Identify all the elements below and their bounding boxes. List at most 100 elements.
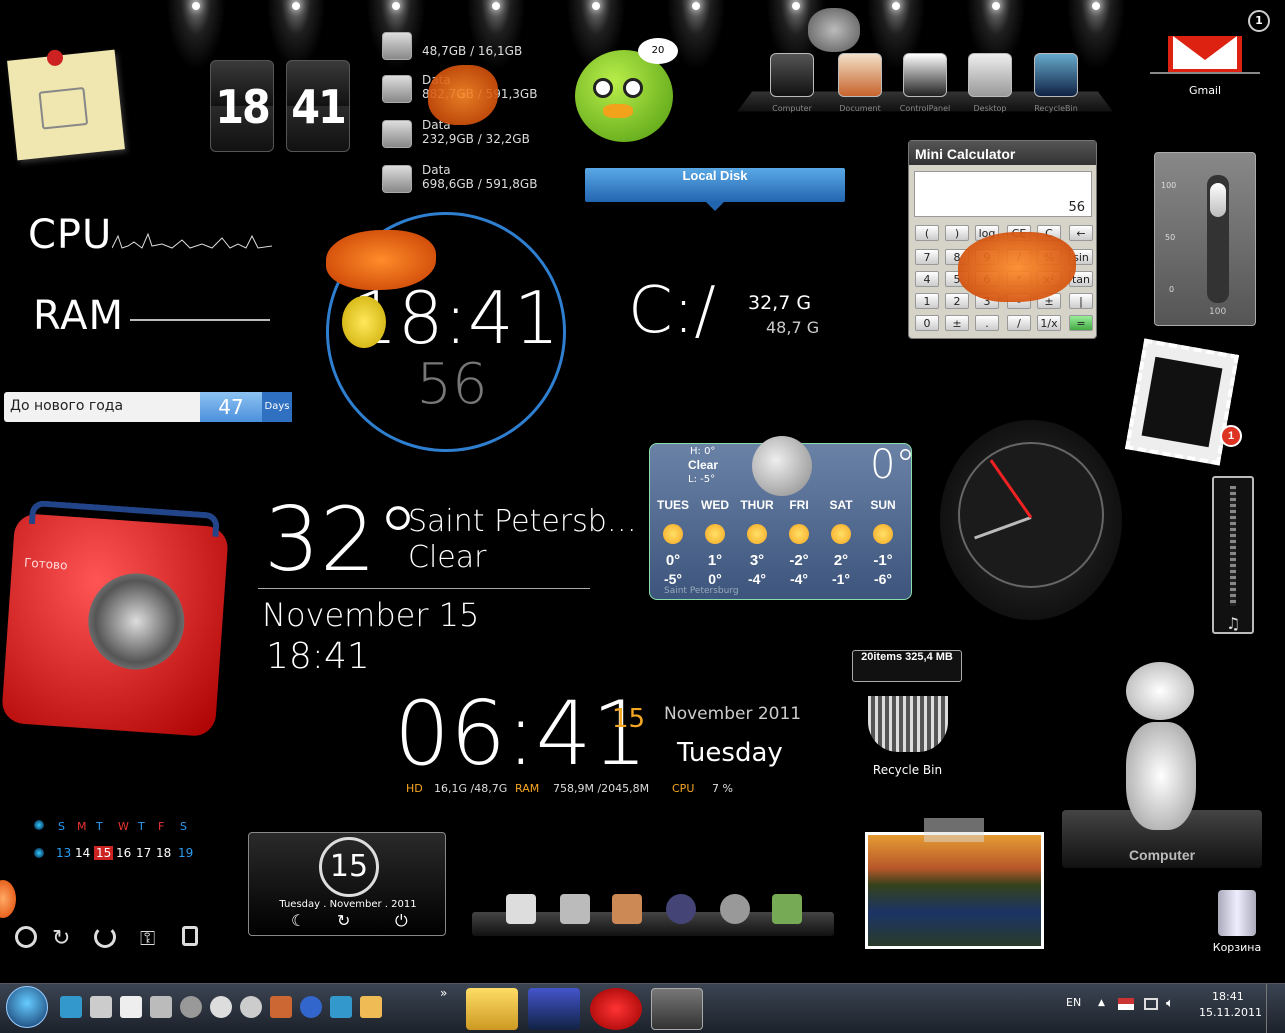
calendar-date[interactable]: 17: [136, 846, 151, 860]
photo-frame[interactable]: [865, 832, 1044, 949]
calc-key[interactable]: .: [975, 315, 999, 331]
clock-time[interactable]: 18:41: [1212, 990, 1244, 1003]
robot-head-icon[interactable]: [1126, 662, 1194, 720]
calc-key[interactable]: ←: [1069, 225, 1093, 241]
clock-date[interactable]: 15.11.2011: [1199, 1006, 1262, 1019]
zipper-widget[interactable]: ♫: [1212, 476, 1254, 634]
more-chevron[interactable]: »: [440, 986, 447, 1000]
calendar-nav-icon[interactable]: [34, 848, 44, 858]
calc-key[interactable]: 1: [915, 293, 939, 309]
save-taskbar-button[interactable]: [528, 988, 580, 1030]
volume-tray-icon[interactable]: 🔈︎: [1166, 996, 1174, 1011]
calendar-day-header: S: [58, 820, 65, 833]
key-icon[interactable]: ⚿: [140, 926, 155, 950]
drive-c-free: 32,7 G: [748, 292, 812, 314]
radio-player[interactable]: Готово: [0, 499, 230, 738]
calendar-date[interactable]: 14: [75, 846, 90, 860]
language-indicator[interactable]: EN: [1066, 996, 1081, 1009]
calc-key[interactable]: 7: [915, 249, 939, 265]
cpu-label-small: CPU: [672, 782, 695, 795]
trash-icon[interactable]: [1218, 890, 1256, 936]
disk-item[interactable]: Data 698,6GB / 591,8GB: [380, 163, 560, 199]
volume-slider[interactable]: [1210, 183, 1226, 217]
notepad-quick-icon[interactable]: [120, 996, 142, 1018]
document-note-icon[interactable]: [7, 49, 125, 161]
calendar-date[interactable]: 13: [56, 846, 71, 860]
restart-icon[interactable]: ↻: [52, 926, 70, 951]
calc-key[interactable]: ±: [945, 315, 969, 331]
computer-quick-icon[interactable]: [90, 996, 112, 1018]
wheel-icon[interactable]: [720, 894, 750, 924]
disk-item[interactable]: 48,7GB / 16,1GB: [380, 30, 560, 66]
dog-icon[interactable]: [506, 894, 536, 924]
calc-key[interactable]: |: [1069, 293, 1093, 309]
local-disk-label[interactable]: Local Disk: [585, 168, 845, 202]
weather-city: Saint Petersb…: [408, 504, 637, 539]
desktop-quick-icon[interactable]: [60, 996, 82, 1018]
alarm-clock: [940, 420, 1122, 620]
globe-icon[interactable]: [300, 996, 322, 1018]
paint-icon[interactable]: [270, 996, 292, 1018]
gmail-icon[interactable]: [1168, 36, 1242, 74]
weather-day-icon: [663, 524, 683, 544]
weather-day-d: TUES: [656, 498, 689, 512]
calc-key[interactable]: 1/x: [1037, 315, 1061, 331]
calc-key[interactable]: 4: [915, 271, 939, 287]
network-icon[interactable]: [330, 996, 352, 1018]
power-icon[interactable]: ⏻: [395, 911, 408, 931]
controlpanel-dock-icon[interactable]: [903, 53, 947, 97]
calc-key[interactable]: =: [1069, 315, 1093, 331]
clipboard-icon[interactable]: [360, 996, 382, 1018]
flag-icon[interactable]: [1118, 998, 1134, 1010]
calendar-date[interactable]: 18: [156, 846, 171, 860]
calendar-nav-icon[interactable]: [34, 820, 44, 830]
weather-temp: 32°: [264, 488, 420, 591]
robot-body-icon[interactable]: [1126, 722, 1196, 830]
calc-key[interactable]: (: [915, 225, 939, 241]
explorer-taskbar-button[interactable]: [466, 988, 518, 1030]
shutdown-icon[interactable]: [15, 926, 37, 948]
picture-icon[interactable]: [772, 894, 802, 924]
calc-key[interactable]: 0: [915, 315, 939, 331]
calendar-date[interactable]: 16: [116, 846, 131, 860]
document-dock-icon[interactable]: [838, 53, 882, 97]
restart-icon[interactable]: ↻: [337, 911, 350, 930]
goldfish-icon: [958, 232, 1076, 302]
monitor-taskbar-button[interactable]: [651, 988, 703, 1030]
opera-taskbar-button[interactable]: [590, 988, 642, 1030]
recyclebin-dock-icon[interactable]: [1034, 53, 1078, 97]
lock-icon[interactable]: [182, 926, 198, 946]
weather-time: 18:41: [266, 636, 370, 677]
brush-icon[interactable]: [666, 894, 696, 924]
dock-label: Computer: [772, 104, 812, 113]
flip-clock-hour: 18: [210, 60, 274, 152]
calc-key[interactable]: 2: [945, 293, 969, 309]
weather-day-hi: -1°: [873, 552, 893, 569]
squirrel-icon[interactable]: [612, 894, 642, 924]
calc-key[interactable]: /: [1007, 315, 1031, 331]
desktop-dock-icon[interactable]: [968, 53, 1012, 97]
tools-quick-icon[interactable]: [150, 996, 172, 1018]
recycle-bin-label: Recycle Bin: [872, 763, 943, 777]
tray-expand-icon[interactable]: ▲: [1098, 998, 1105, 1008]
cat-icon[interactable]: [560, 894, 590, 924]
sleep-icon[interactable]: ☾: [291, 911, 305, 930]
calendar-date[interactable]: 19: [178, 846, 193, 860]
media-play-icon[interactable]: [210, 996, 232, 1018]
computer-dock-icon[interactable]: [770, 53, 814, 97]
start-button[interactable]: [6, 986, 48, 1028]
folder-sketch-icon: [38, 86, 89, 130]
recycle-bin-icon[interactable]: [868, 696, 948, 752]
weather-city-small: Saint Petersburg: [664, 586, 739, 596]
drive-c-label[interactable]: C:/: [628, 274, 716, 348]
weather-widget[interactable]: H: 0° Clear L: -5° 0° TUES 0° -5° WED 1° 0° TH…: [649, 436, 915, 600]
network-tray-icon[interactable]: [1144, 998, 1158, 1010]
disc-icon[interactable]: [240, 996, 262, 1018]
calc-key[interactable]: ): [945, 225, 969, 241]
show-desktop-button[interactable]: [1266, 984, 1285, 1033]
radiation-quick-icon[interactable]: [180, 996, 202, 1018]
mail-stamp-icon[interactable]: [1125, 338, 1239, 466]
power-icon[interactable]: [94, 926, 116, 948]
weather-day-lo: -4°: [789, 571, 809, 587]
calendar-date[interactable]: 15: [94, 846, 114, 860]
